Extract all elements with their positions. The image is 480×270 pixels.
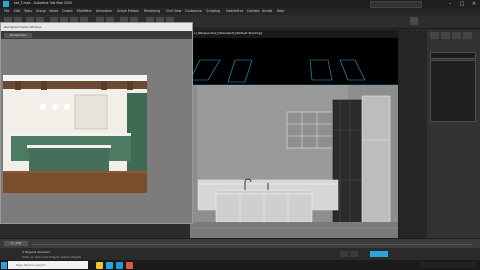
taskbar-search-text: Type here to search bbox=[16, 263, 46, 267]
file-explorer-icon[interactable] bbox=[96, 261, 103, 269]
prompt-hint: Click or click-and-drag to select object… bbox=[22, 255, 82, 259]
window-title: ket_3.max - Autodesk 3ds Max 2020 bbox=[14, 1, 73, 5]
viewport-label[interactable]: [+] [Perspective] [Standard] [Default Sh… bbox=[192, 31, 262, 35]
rendered-frame-titlebar[interactable]: Rendered Frame Window bbox=[1, 23, 192, 31]
next-frame-icon[interactable] bbox=[350, 251, 358, 257]
play-icon[interactable] bbox=[340, 251, 348, 257]
modify-tab-icon[interactable] bbox=[441, 32, 450, 39]
browser-icon[interactable] bbox=[106, 261, 113, 269]
command-panel bbox=[398, 30, 480, 238]
menu-animation[interactable]: Animation bbox=[96, 9, 112, 13]
viewport-nav-strip bbox=[399, 30, 427, 238]
menu-help[interactable]: Help bbox=[277, 9, 284, 13]
kitchen-wireframe bbox=[190, 30, 398, 238]
menu-edit[interactable]: Edit bbox=[14, 9, 20, 13]
menu-create[interactable]: Create bbox=[62, 9, 73, 13]
title-bar: ket_3.max - Autodesk 3ds Max 2020 – □ × bbox=[0, 0, 480, 8]
time-slider-thumb[interactable]: 0 / 100 bbox=[4, 241, 28, 246]
menu-tools[interactable]: Tools bbox=[24, 9, 32, 13]
rendered-frame-window[interactable]: Rendered Frame Window Perspective bbox=[0, 22, 193, 224]
timeline-track bbox=[32, 244, 472, 245]
menu-views[interactable]: Views bbox=[49, 9, 58, 13]
hierarchy-tab-icon[interactable] bbox=[452, 32, 461, 39]
auto-key-button[interactable] bbox=[370, 251, 388, 257]
maximize-button[interactable]: □ bbox=[456, 0, 468, 8]
menu-arnold[interactable]: Arnold bbox=[262, 9, 272, 13]
windows-start-icon[interactable] bbox=[1, 261, 7, 269]
menu-bar: File Edit Tools Group Views Create Modif… bbox=[0, 8, 480, 15]
taskbar-search[interactable]: Type here to search bbox=[8, 261, 88, 269]
workspace-icon[interactable] bbox=[410, 17, 418, 25]
menu-interactive[interactable]: Interactive bbox=[226, 9, 243, 13]
menu-customize[interactable]: Customize bbox=[185, 9, 202, 13]
app-icon bbox=[3, 1, 9, 7]
render-view-dropdown[interactable]: Perspective bbox=[4, 32, 32, 38]
system-tray bbox=[420, 262, 476, 268]
menu-civil-view[interactable]: Civil View bbox=[166, 9, 181, 13]
menu-modifiers[interactable]: Modifiers bbox=[77, 9, 92, 13]
modifier-stack-list[interactable] bbox=[430, 60, 476, 122]
object-name-field[interactable] bbox=[430, 52, 476, 59]
rendered-frame-toolbar: Perspective bbox=[1, 31, 192, 39]
mail-icon[interactable] bbox=[126, 261, 133, 269]
menu-group[interactable]: Group bbox=[36, 9, 46, 13]
menu-file[interactable]: File bbox=[4, 9, 9, 13]
minimize-button[interactable]: – bbox=[444, 0, 456, 8]
windows-taskbar: Type here to search bbox=[0, 260, 480, 270]
selection-status: 0 Objects Selected bbox=[22, 250, 51, 254]
menu-content[interactable]: Content bbox=[247, 9, 260, 13]
status-bar: 0 Objects Selected Click or click-and-dr… bbox=[0, 248, 480, 260]
rendered-frame-title: Rendered Frame Window bbox=[4, 24, 42, 29]
perspective-viewport[interactable]: [+] [Perspective] [Standard] [Default Sh… bbox=[190, 30, 398, 238]
rendered-kitchen-image bbox=[3, 75, 147, 193]
3dsmax-taskbar-icon[interactable] bbox=[116, 261, 123, 269]
menu-scripting[interactable]: Scripting bbox=[206, 9, 220, 13]
motion-tab-icon[interactable] bbox=[463, 32, 472, 39]
create-tab-icon[interactable] bbox=[430, 32, 439, 39]
menu-rendering[interactable]: Rendering bbox=[144, 9, 160, 13]
search-input[interactable] bbox=[370, 1, 422, 8]
menu-graph-editors[interactable]: Graph Editors bbox=[117, 9, 139, 13]
close-button[interactable]: × bbox=[468, 0, 480, 8]
